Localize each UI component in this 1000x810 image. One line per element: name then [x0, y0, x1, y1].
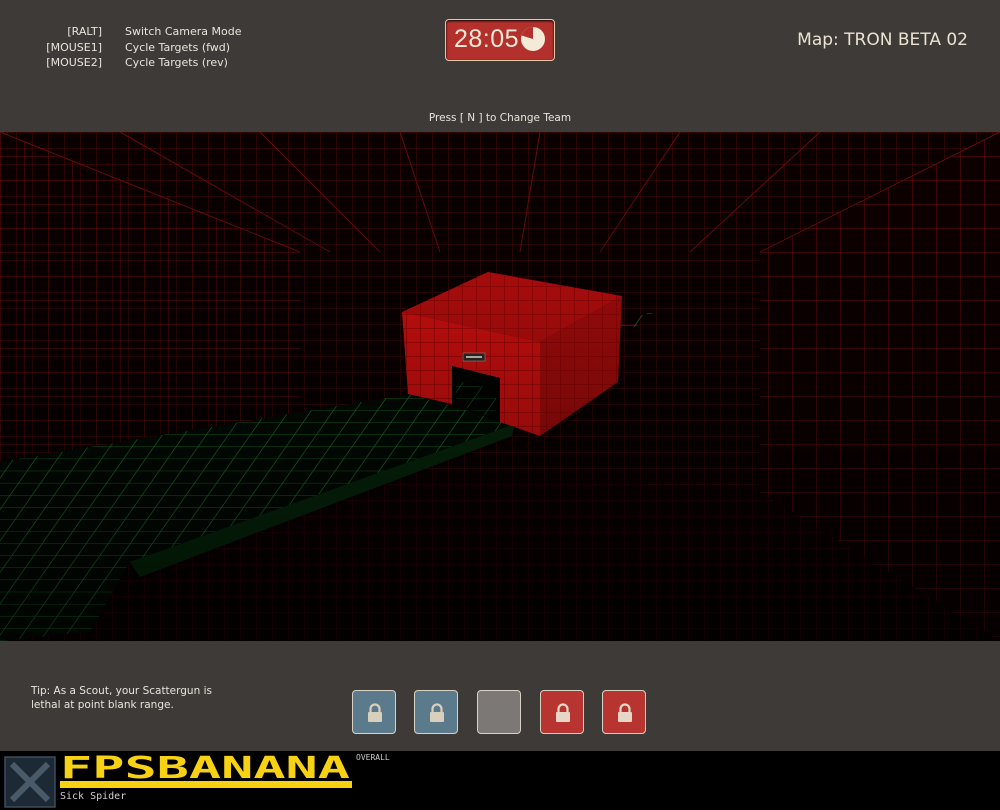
keybind-key: [MOUSE1]: [46, 40, 102, 54]
brand-underline: [60, 781, 352, 788]
keybind-action: Cycle Targets (fwd): [125, 40, 231, 54]
map-name: Map: TRON BETA 02: [797, 30, 968, 50]
player-slot-empty[interactable]: [477, 690, 521, 734]
keybind-key: [MOUSE2]: [46, 56, 102, 69]
change-team-hint: Press [ N ] to Change Team: [428, 112, 572, 124]
keybind-action: Switch Camera Mode: [125, 25, 242, 38]
keybind-list: [RALT] Switch Camera Mode [MOUSE1] Cycle…: [40, 24, 242, 71]
round-timer-value: 28:05: [454, 25, 520, 53]
player-slot-red-locked[interactable]: [602, 690, 646, 734]
keybind-row: [RALT] Switch Camera Mode: [40, 24, 242, 40]
game-viewport: [0, 132, 1000, 641]
keybind-action: Cycle Targets (rev): [125, 56, 228, 69]
player-slot-blue-locked[interactable]: [414, 690, 458, 734]
overall-tag: OVERALL: [356, 753, 390, 762]
keybind-row: [MOUSE1] Cycle Targets (fwd): [40, 40, 242, 56]
keybind-row: [MOUSE2] Cycle Targets (rev): [40, 55, 242, 71]
lock-icon: [368, 703, 382, 722]
lock-icon: [430, 703, 444, 722]
spectator-bottom-bar: Tip: As a Scout, your Scattergun is leth…: [0, 641, 1000, 751]
round-timer: 28:05: [445, 19, 555, 61]
player-slot-red-locked[interactable]: [540, 690, 584, 734]
spectator-top-bar: [RALT] Switch Camera Mode [MOUSE1] Cycle…: [0, 0, 1000, 132]
player-slot-blue-locked[interactable]: [352, 690, 396, 734]
clock-icon: [521, 27, 545, 51]
keybind-key: [RALT]: [67, 25, 102, 38]
tron-map-scene: [0, 132, 1000, 641]
fpsbanana-footer: FPSBANANA OVERALL Sick Spider: [0, 751, 1000, 810]
lock-icon: [556, 703, 570, 722]
gameplay-tip: Tip: As a Scout, your Scattergun is leth…: [31, 685, 212, 711]
x-logo-icon: [4, 756, 56, 808]
author-name: Sick Spider: [60, 791, 127, 802]
lock-icon: [618, 703, 632, 722]
